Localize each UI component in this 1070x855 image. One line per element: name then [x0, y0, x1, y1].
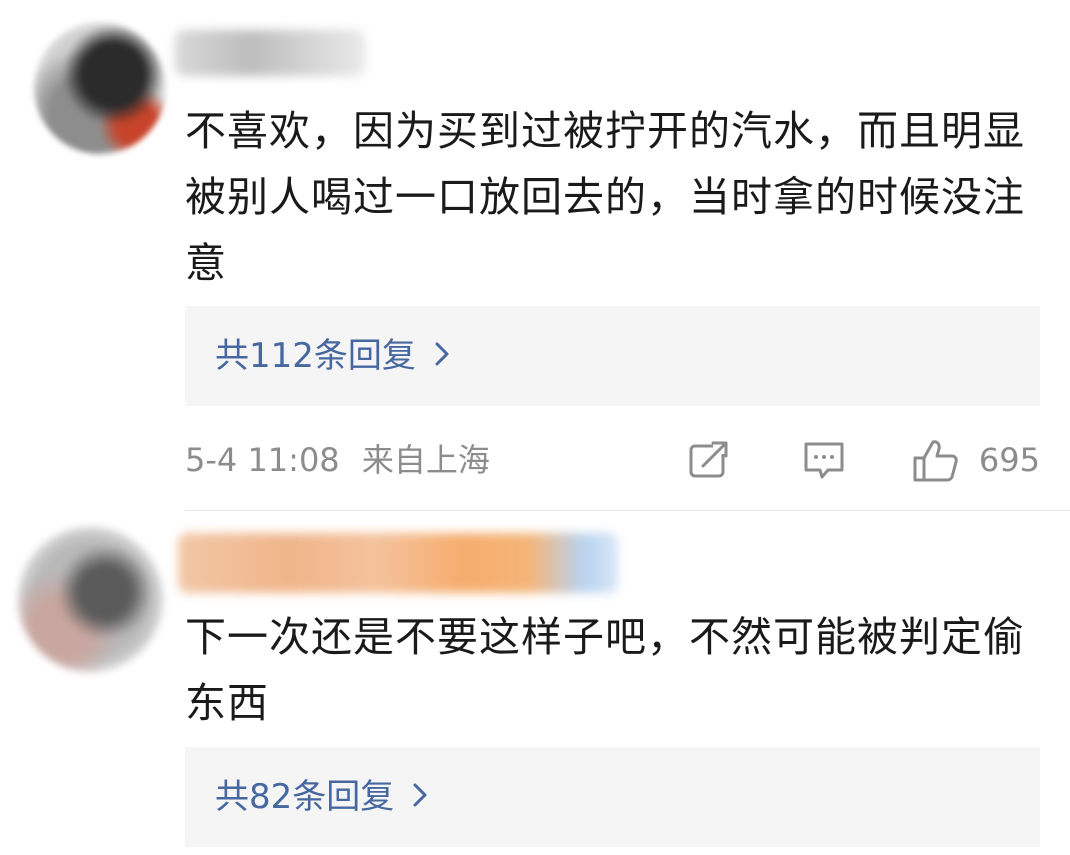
like-count: 695 [978, 441, 1040, 479]
view-replies-link[interactable]: 共82条回复 [215, 773, 428, 823]
comment-text: 下一次还是不要这样子吧，不然可能被判定偷东西 [185, 613, 1025, 727]
comment-item: 下一次还是不要这样子吧，不然可能被判定偷东西 共82条回复 [0, 511, 1070, 855]
chevron-right-icon [434, 334, 450, 382]
share-icon[interactable] [687, 438, 731, 486]
comment-icon[interactable] [801, 438, 847, 486]
avatar[interactable] [34, 22, 166, 154]
thumbs-up-icon[interactable] [911, 438, 959, 488]
username-blurred[interactable] [175, 30, 365, 76]
comment-meta: 5-4 11:08 来自上海 695 [185, 436, 1040, 484]
view-replies-link[interactable]: 共112条回复 [215, 332, 450, 382]
username-blurred[interactable] [178, 533, 618, 593]
replies-box[interactable]: 共112条回复 [185, 306, 1040, 406]
avatar[interactable] [18, 527, 163, 672]
comment-meta-text: 5-4 11:08 来自上海 [185, 436, 490, 484]
timestamp: 5-4 11:08 [185, 441, 340, 479]
replies-count-label: 共112条回复 [215, 336, 416, 376]
comment-feed: 不喜欢，因为买到过被拧开的汽水，而且明显被别人喝过一口放回去的，当时拿的时候没注… [0, 0, 1070, 855]
location: 来自上海 [361, 441, 490, 479]
comment-item: 不喜欢，因为买到过被拧开的汽水，而且明显被别人喝过一口放回去的，当时拿的时候没注… [0, 0, 1070, 510]
chevron-right-icon [412, 775, 428, 823]
replies-count-label: 共82条回复 [215, 777, 395, 817]
replies-box[interactable]: 共82条回复 [185, 747, 1040, 847]
comment-text: 不喜欢，因为买到过被拧开的汽水，而且明显被别人喝过一口放回去的，当时拿的时候没注… [185, 107, 1025, 287]
